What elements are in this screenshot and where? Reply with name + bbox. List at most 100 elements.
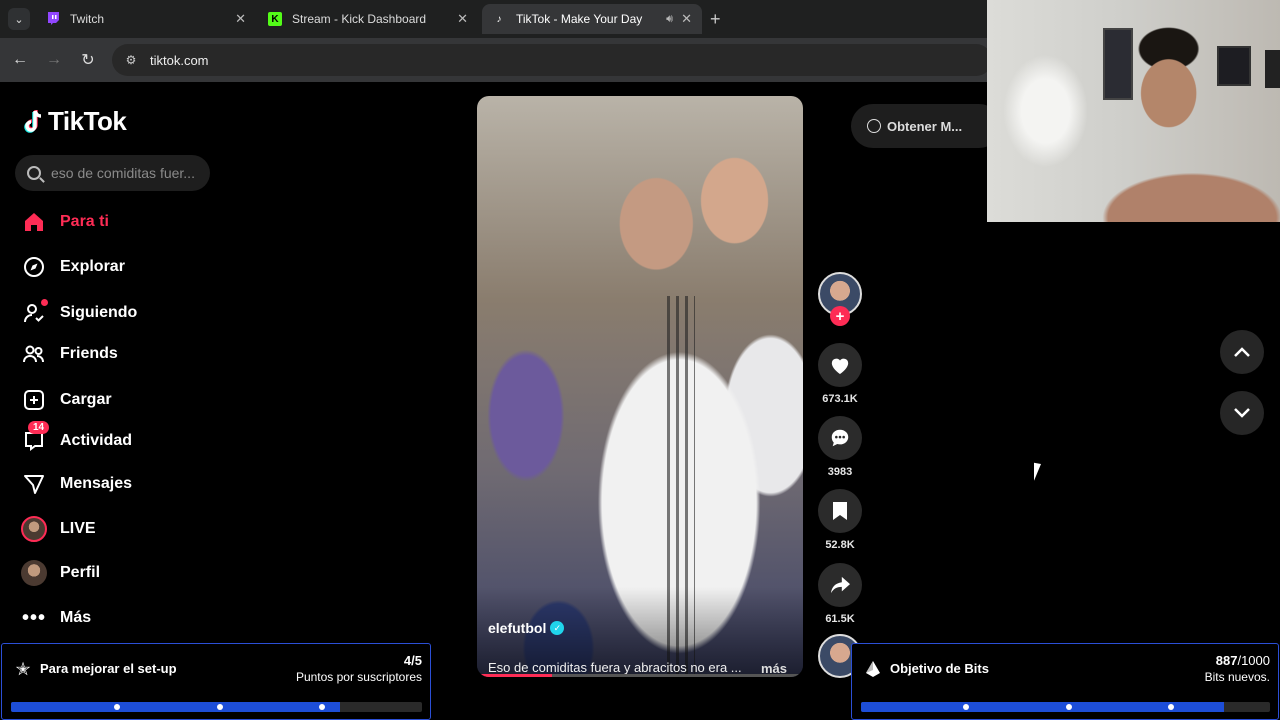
home-icon — [20, 208, 48, 236]
bits-total: /1000 — [1237, 653, 1270, 668]
reload-icon[interactable]: ↻ — [76, 48, 100, 72]
video-player[interactable]: elefutbol ✓ Eso de comiditas fuera y abr… — [477, 96, 803, 677]
goal-progress-fill — [11, 702, 340, 712]
forward-arrow-icon[interactable]: → — [42, 48, 66, 72]
nav-label: Siguiendo — [60, 304, 138, 321]
mouse-cursor-icon — [1034, 462, 1048, 484]
back-arrow-icon[interactable]: ← — [8, 48, 32, 72]
nav-explorar[interactable]: Explorar — [20, 252, 125, 282]
share-action[interactable]: 61.5K — [818, 563, 862, 625]
tab-kick[interactable]: K Stream - Kick Dashboard ✕ — [258, 4, 478, 34]
comment-icon[interactable] — [818, 416, 862, 460]
goal-subtitle: Bits nuevos. — [1204, 670, 1270, 684]
tiktok-logo[interactable]: TikTok — [22, 106, 127, 137]
webcam-overlay — [987, 0, 1280, 222]
wall-frame — [1265, 50, 1280, 88]
nav-para-ti[interactable]: Para ti — [20, 207, 109, 237]
goal-progress-bar — [861, 702, 1270, 712]
nav-label: Mensajes — [60, 475, 133, 492]
nav-mas[interactable]: ••• Más — [20, 603, 91, 633]
goal-progress-bar — [11, 702, 422, 712]
heart-icon[interactable] — [818, 343, 862, 387]
video-caption: Eso de comiditas fuera y abracitos no er… — [488, 660, 742, 675]
nav-cargar[interactable]: Cargar — [20, 385, 112, 415]
get-app-button[interactable]: Obtener M... — [851, 104, 1001, 148]
nav-label: Perfil — [60, 564, 101, 581]
nav-mensajes[interactable]: Mensajes — [20, 469, 132, 499]
share-icon[interactable] — [818, 563, 862, 607]
close-icon[interactable]: ✕ — [681, 11, 692, 27]
kick-icon: K — [268, 12, 282, 26]
goal-tick — [113, 704, 120, 710]
search-placeholder: eso de comiditas fuer... — [51, 165, 195, 181]
site-settings-icon[interactable]: ⚙ — [122, 51, 140, 69]
goal-title: Para mejorar el set-up — [40, 661, 177, 676]
activity-icon: 14 — [20, 421, 50, 455]
more-icon: ••• — [21, 606, 46, 629]
chevron-down-icon — [1234, 408, 1250, 418]
goal-tick — [1065, 704, 1072, 710]
star-icon: ✭ — [15, 658, 31, 679]
nav-label: Actividad — [60, 432, 133, 449]
save-count: 52.8K — [825, 539, 855, 551]
previous-video-button[interactable] — [1220, 330, 1264, 374]
tab-search-button[interactable]: ⌄ — [8, 8, 30, 30]
new-tab-button[interactable]: + — [710, 9, 721, 30]
goal-subtitle: Puntos por suscriptores — [295, 670, 422, 684]
tiktok-icon: ♪ — [496, 13, 502, 25]
bits-current: 887 — [1215, 653, 1238, 668]
goal-title: Objetivo de Bits — [890, 661, 989, 676]
compass-icon — [20, 253, 48, 281]
notification-dot — [41, 299, 48, 306]
tiktok-note-icon — [22, 109, 44, 135]
video-progress-fill — [477, 674, 552, 677]
bookmark-icon[interactable] — [818, 489, 862, 533]
video-author[interactable]: elefutbol ✓ — [488, 620, 565, 636]
author-name: elefutbol — [488, 620, 547, 636]
speaker-icon[interactable]: 🔊︎ — [666, 13, 673, 26]
live-avatar — [21, 516, 47, 542]
comment-action[interactable]: 3983 — [818, 416, 862, 478]
nav-label: Cargar — [60, 391, 112, 408]
creator-avatar-button[interactable]: + — [818, 272, 862, 326]
nav-label: LIVE — [60, 520, 96, 537]
tab-title: TikTok - Make Your Day — [516, 12, 643, 26]
nav-siguiendo[interactable]: Siguiendo — [20, 298, 137, 328]
close-icon[interactable]: ✕ — [235, 11, 246, 27]
messages-icon — [20, 470, 48, 498]
nav-label: Explorar — [60, 258, 125, 275]
follow-plus-icon[interactable]: + — [830, 306, 850, 326]
nav-live[interactable]: LIVE — [20, 514, 96, 544]
comment-count: 3983 — [827, 466, 853, 478]
video-progress-bar[interactable] — [477, 674, 803, 677]
goal-tick — [216, 704, 223, 710]
nav-friends[interactable]: Friends — [20, 339, 118, 369]
tab-twitch[interactable]: Twitch ✕ — [36, 4, 256, 34]
search-input[interactable]: eso de comiditas fuer... — [15, 155, 210, 191]
goal-value: 887/1000 — [1216, 653, 1270, 668]
like-action[interactable]: 673.1K — [818, 343, 862, 405]
nav-perfil[interactable]: Perfil — [20, 558, 100, 588]
nav-label: Más — [60, 609, 92, 626]
close-icon[interactable]: ✕ — [457, 11, 468, 27]
get-app-label: Obtener M... — [887, 118, 963, 134]
save-action[interactable]: 52.8K — [818, 489, 862, 551]
twitch-icon — [46, 12, 60, 26]
wall-frame — [1217, 46, 1251, 86]
verified-icon: ✓ — [550, 621, 565, 635]
address-bar[interactable]: ⚙ tiktok.com — [112, 44, 992, 76]
share-count: 61.5K — [825, 613, 855, 625]
nav-actividad[interactable]: 14 Actividad — [20, 421, 133, 456]
goal-setup-widget: ✭ Para mejorar el set-up 4/5 Puntos por … — [1, 643, 431, 720]
goal-bits-widget: Objetivo de Bits 887/1000 Bits nuevos. — [851, 643, 1279, 720]
url-text: tiktok.com — [150, 52, 209, 68]
following-icon — [20, 299, 48, 327]
tab-tiktok[interactable]: ♪ TikTok - Make Your Day 🔊︎ ✕ — [482, 4, 702, 34]
tab-title: Twitch — [70, 12, 105, 26]
next-video-button[interactable] — [1220, 391, 1264, 435]
goal-tick — [1167, 704, 1174, 710]
wall-frame — [1103, 28, 1133, 100]
goal-value: 4/5 — [403, 653, 422, 668]
live-icon — [20, 515, 48, 543]
bits-icon — [862, 658, 884, 680]
